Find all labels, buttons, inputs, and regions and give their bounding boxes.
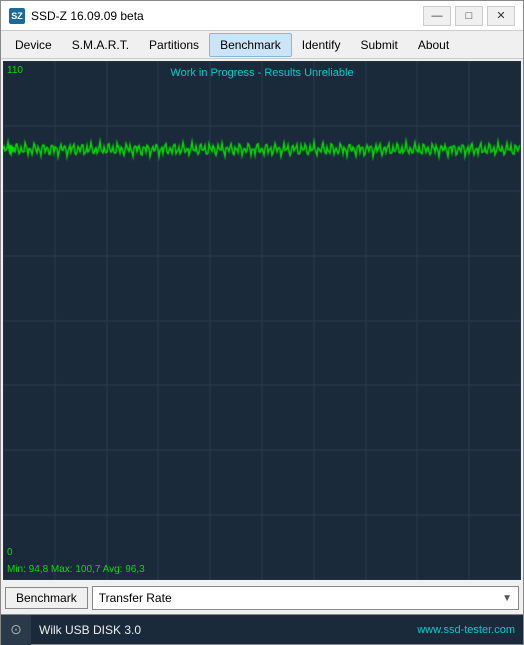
menu-item-about[interactable]: About [408, 34, 459, 56]
close-button[interactable]: ✕ [487, 6, 515, 26]
brand-url: www.ssd-tester.com [409, 624, 523, 636]
device-icon: ⊙ [1, 615, 31, 645]
dropdown-value: Transfer Rate [99, 591, 172, 605]
chart-title: Work in Progress - Results Unreliable [170, 67, 353, 79]
benchmark-button[interactable]: Benchmark [5, 587, 88, 609]
status-bar: ⊙ Wilk USB DISK 3.0 www.ssd-tester.com [1, 614, 523, 644]
title-controls: — □ ✕ [423, 6, 515, 26]
chart-y-min: 0 [7, 547, 13, 558]
transfer-rate-dropdown[interactable]: Transfer Rate ▼ [92, 586, 519, 610]
dropdown-arrow-icon: ▼ [502, 593, 512, 604]
maximize-button[interactable]: □ [455, 6, 483, 26]
app-icon: SZ [9, 8, 25, 24]
chart-y-max: 110 [7, 65, 23, 76]
title-bar-left: SZ SSD-Z 16.09.09 beta [9, 8, 144, 24]
menu-item-device[interactable]: Device [5, 34, 62, 56]
menu-item-partitions[interactable]: Partitions [139, 34, 209, 56]
menu-item-smart[interactable]: S.M.A.R.T. [62, 34, 139, 56]
minimize-button[interactable]: — [423, 6, 451, 26]
menu-item-identify[interactable]: Identify [292, 34, 351, 56]
title-bar: SZ SSD-Z 16.09.09 beta — □ ✕ [1, 1, 523, 31]
menu-bar: Device S.M.A.R.T. Partitions Benchmark I… [1, 31, 523, 59]
chart-area: Work in Progress - Results Unreliable 11… [3, 61, 521, 580]
chart-stats: Min: 94,8 Max: 100,7 Avg: 96,3 [7, 564, 145, 575]
window-title: SSD-Z 16.09.09 beta [31, 9, 144, 23]
main-window: SZ SSD-Z 16.09.09 beta — □ ✕ Device S.M.… [0, 0, 524, 645]
menu-item-benchmark[interactable]: Benchmark [209, 33, 292, 57]
bottom-bar: Benchmark Transfer Rate ▼ [1, 582, 523, 614]
menu-item-submit[interactable]: Submit [350, 34, 407, 56]
device-name: Wilk USB DISK 3.0 [31, 623, 409, 637]
